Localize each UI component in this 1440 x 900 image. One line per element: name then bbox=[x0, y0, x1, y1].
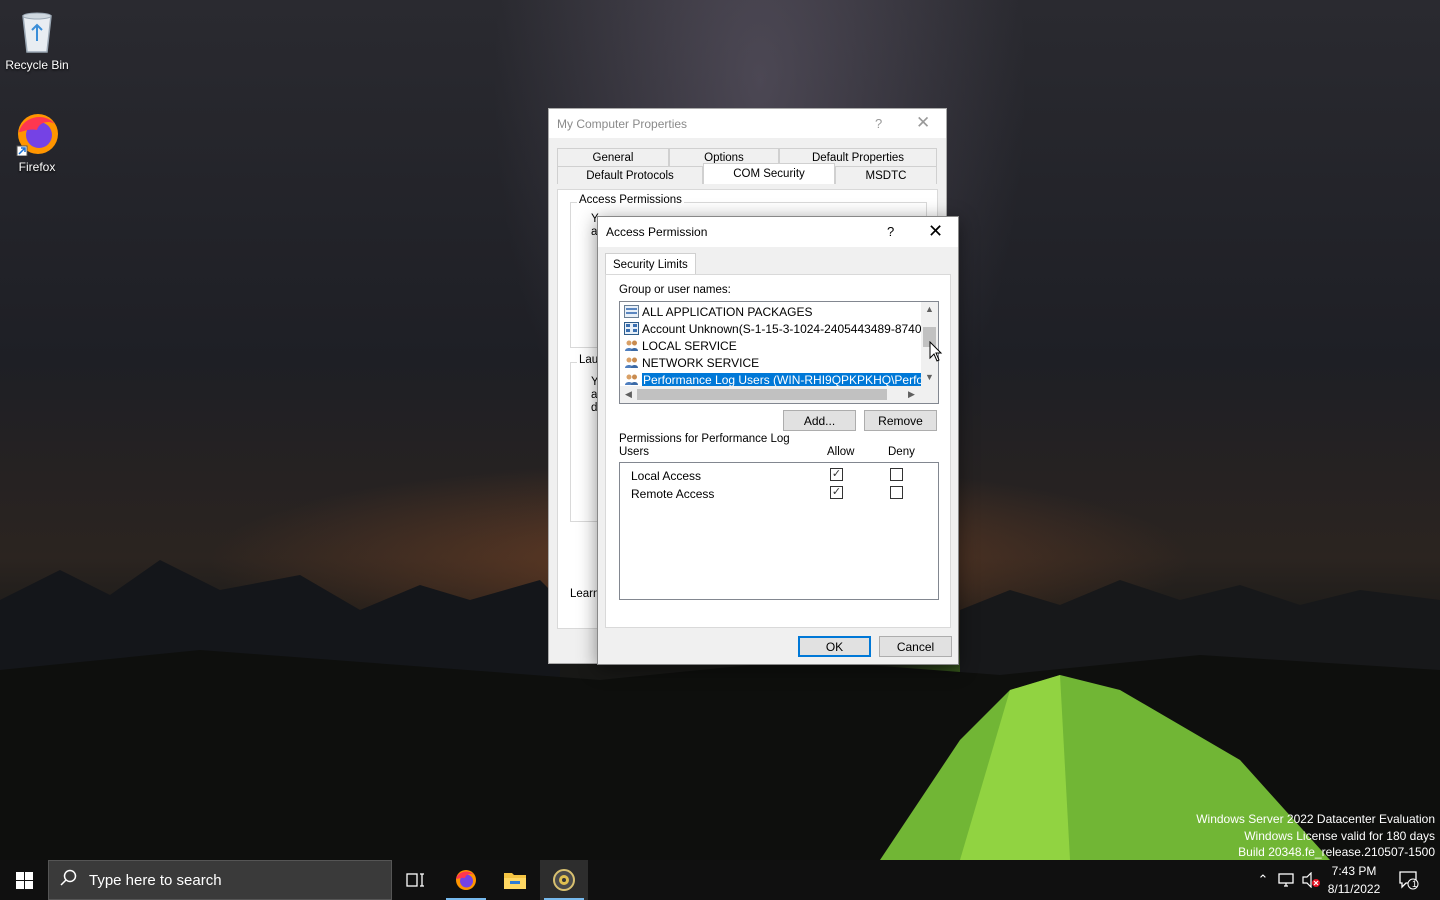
dialog-titlebar[interactable]: Access Permission bbox=[598, 217, 958, 247]
app-packages-icon bbox=[624, 305, 639, 318]
file-explorer-icon bbox=[504, 873, 526, 889]
permissions-label: Permissions for Performance Log bbox=[619, 433, 790, 445]
list-item[interactable]: NETWORK SERVICE bbox=[624, 354, 922, 371]
desktop-icon-label: Recycle Bin bbox=[5, 58, 69, 72]
user-group-icon bbox=[624, 339, 639, 352]
help-button[interactable]: ? bbox=[887, 224, 894, 239]
local-access-deny-checkbox[interactable] bbox=[890, 468, 903, 481]
allow-column-header: Allow bbox=[827, 446, 855, 458]
windows-evaluation-watermark: Windows Server 2022 Datacenter Evaluatio… bbox=[1196, 811, 1435, 861]
desktop-icon-firefox[interactable]: Firefox bbox=[0, 110, 74, 174]
network-button[interactable] bbox=[1276, 860, 1298, 900]
group-or-user-names-label: Group or user names: bbox=[619, 284, 731, 296]
window-titlebar[interactable]: My Computer Properties bbox=[549, 109, 946, 138]
group-title: Access Permissions bbox=[577, 194, 684, 206]
ok-button[interactable]: OK bbox=[798, 636, 871, 657]
tab-default-protocols[interactable]: Default Protocols bbox=[557, 166, 703, 184]
tab-msdtc[interactable]: MSDTC bbox=[835, 166, 937, 184]
window-title: My Computer Properties bbox=[557, 116, 688, 131]
permission-remote-access: Remote Access bbox=[631, 487, 715, 501]
watermark-line: Windows Server 2022 Datacenter Evaluatio… bbox=[1196, 812, 1435, 826]
taskbar: Type here to search ⌃ 7:43 PM 8/11/2022 … bbox=[0, 860, 1440, 900]
task-view-button[interactable] bbox=[392, 860, 440, 900]
deny-column-header: Deny bbox=[888, 446, 915, 458]
tab-general[interactable]: General bbox=[557, 148, 669, 166]
remote-access-deny-checkbox[interactable] bbox=[890, 486, 903, 499]
taskbar-search-box[interactable]: Type here to search bbox=[48, 860, 392, 900]
taskbar-file-explorer-button[interactable] bbox=[491, 860, 539, 900]
watermark-line: Build 20348.fe_release.210507-1500 bbox=[1238, 845, 1435, 859]
taskbar-clock[interactable]: 7:43 PM 8/11/2022 bbox=[1318, 862, 1390, 898]
clock-date: 8/11/2022 bbox=[1327, 882, 1381, 896]
cancel-button[interactable]: Cancel bbox=[879, 636, 952, 657]
help-button[interactable]: ? bbox=[875, 116, 882, 131]
scroll-up-icon[interactable]: ▲ bbox=[925, 304, 934, 314]
scrollbar-corner bbox=[921, 386, 938, 403]
close-button[interactable]: ✕ bbox=[916, 113, 930, 133]
chevron-up-icon: ⌃ bbox=[1257, 872, 1269, 887]
clock-time: 7:43 PM bbox=[1331, 864, 1377, 878]
desktop-icon-label: Firefox bbox=[18, 160, 56, 174]
mouse-pointer-icon bbox=[929, 341, 943, 362]
access-permission-dialog: Access Permission ? ✕ Security Limits Gr… bbox=[597, 216, 959, 665]
search-icon bbox=[49, 869, 89, 892]
dialog-title: Access Permission bbox=[606, 225, 708, 239]
learn-more-link[interactable]: Learn bbox=[570, 588, 599, 600]
scroll-down-icon[interactable]: ▼ bbox=[925, 372, 934, 382]
list-item[interactable]: LOCAL SERVICE bbox=[624, 337, 922, 354]
taskbar-firefox-button[interactable] bbox=[442, 860, 490, 900]
security-limits-panel: Group or user names: ALL APPLICATION PAC… bbox=[605, 274, 951, 628]
task-view-icon bbox=[406, 873, 424, 887]
notification-count-badge: 1 bbox=[1412, 879, 1418, 889]
list-item[interactable]: Account Unknown(S-1-15-3-1024-2405443489… bbox=[624, 320, 922, 337]
remove-button[interactable]: Remove bbox=[864, 410, 937, 431]
close-button[interactable]: ✕ bbox=[928, 221, 943, 242]
action-center-button[interactable]: 1 bbox=[1394, 860, 1424, 900]
user-list[interactable]: ALL APPLICATION PACKAGES Account Unknown… bbox=[619, 301, 939, 404]
component-services-icon bbox=[553, 869, 575, 891]
scroll-right-icon[interactable]: ▶ bbox=[908, 389, 915, 400]
permission-local-access: Local Access bbox=[631, 469, 702, 483]
permissions-label: Users bbox=[619, 446, 650, 458]
user-group-icon bbox=[624, 373, 639, 386]
firefox-icon bbox=[15, 110, 59, 157]
remote-access-allow-checkbox[interactable]: ✓ bbox=[830, 486, 843, 499]
windows-logo-icon bbox=[15, 871, 33, 889]
watermark-line: Windows License valid for 180 days bbox=[1244, 828, 1435, 843]
scrollbar-thumb[interactable] bbox=[637, 389, 887, 400]
show-hidden-icons-button[interactable]: ⌃ bbox=[1252, 860, 1274, 900]
tab-com-security[interactable]: COM Security bbox=[703, 163, 835, 184]
desktop-icon-recycle-bin[interactable]: Recycle Bin bbox=[0, 8, 74, 72]
taskbar-component-services-button[interactable] bbox=[540, 860, 588, 900]
list-item[interactable]: ALL APPLICATION PACKAGES bbox=[624, 303, 922, 320]
scroll-left-icon[interactable]: ◀ bbox=[625, 389, 632, 400]
tab-security-limits[interactable]: Security Limits bbox=[605, 253, 696, 275]
recycle-bin-icon bbox=[15, 8, 59, 54]
horizontal-scrollbar[interactable]: ◀ ▶ bbox=[620, 386, 922, 403]
local-access-allow-checkbox[interactable]: ✓ bbox=[830, 468, 843, 481]
permissions-list: Local Access ✓ Remote Access ✓ bbox=[619, 462, 939, 600]
search-placeholder: Type here to search bbox=[89, 871, 222, 889]
account-unknown-icon bbox=[624, 322, 639, 335]
network-icon bbox=[1278, 873, 1294, 887]
add-button[interactable]: Add... bbox=[783, 410, 856, 431]
firefox-icon bbox=[456, 870, 476, 890]
start-button[interactable] bbox=[0, 860, 48, 900]
user-group-icon bbox=[624, 356, 639, 369]
